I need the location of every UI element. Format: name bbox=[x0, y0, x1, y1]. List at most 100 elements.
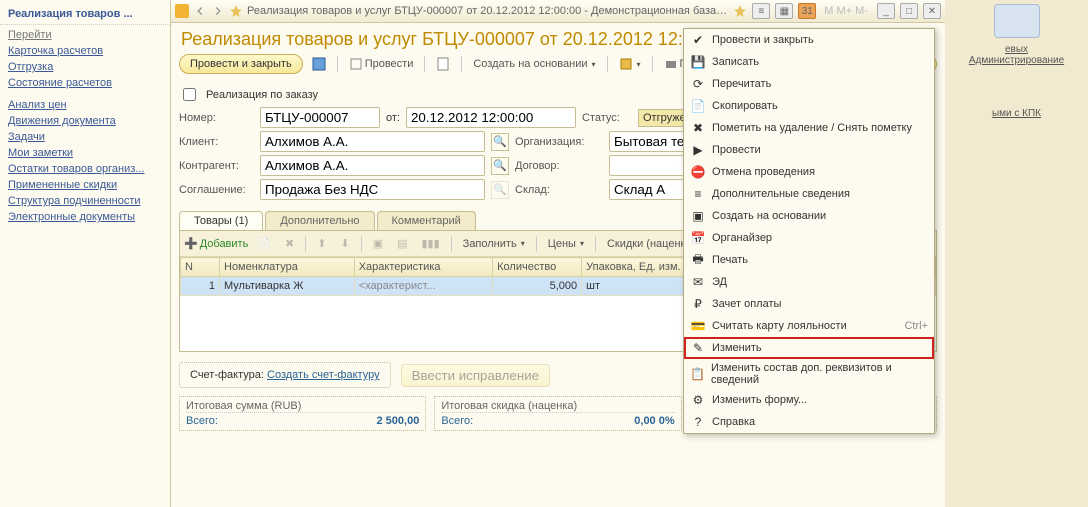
m-buttons: M M+ M- bbox=[824, 5, 868, 17]
nav-title: Реализация товаров ... bbox=[0, 4, 170, 25]
barcode-icon[interactable]: ▮▮▮ bbox=[417, 234, 445, 253]
menu-item-extra[interactable]: ≡Дополнительные сведения bbox=[684, 183, 934, 205]
menu-item-label: Отмена проведения bbox=[712, 166, 815, 178]
tool-icon[interactable]: ▤ bbox=[392, 234, 412, 253]
menu-item-label: Дополнительные сведения bbox=[712, 188, 850, 200]
menu-item-copy[interactable]: 📄Скопировать bbox=[684, 95, 934, 117]
nav-item[interactable]: Карточка расчетов bbox=[0, 43, 170, 59]
nav-item[interactable]: Состояние расчетов bbox=[0, 75, 170, 91]
menu-item-label: Зачет оплаты bbox=[712, 298, 781, 310]
nav-back-icon[interactable] bbox=[193, 4, 207, 18]
nav-item[interactable]: Структура подчиненности bbox=[0, 193, 170, 209]
tab-extra[interactable]: Дополнительно bbox=[265, 211, 374, 230]
post-button[interactable]: Провести bbox=[344, 54, 419, 74]
ed-icon: ✉ bbox=[690, 274, 706, 290]
card-icon: 💳 bbox=[690, 318, 706, 334]
by-order-label: Реализация по заказу bbox=[206, 89, 318, 101]
fav-icon[interactable] bbox=[733, 4, 747, 18]
nav-item[interactable]: Примененные скидки bbox=[0, 177, 170, 193]
minimize-button[interactable]: _ bbox=[877, 3, 895, 19]
nav-item[interactable]: Остатки товаров организ... bbox=[0, 161, 170, 177]
menu-item-edit[interactable]: ✎Изменить bbox=[684, 337, 934, 359]
menu-item-help[interactable]: ? Справка bbox=[684, 411, 934, 433]
menu-item-unpost[interactable]: ⛔ Отмена проведения bbox=[684, 161, 934, 183]
tb-icon[interactable]: ≡ bbox=[752, 3, 770, 19]
help-icon: ? bbox=[690, 414, 706, 430]
number-label: Номер: bbox=[179, 112, 254, 124]
menu-item-reread[interactable]: ⟳Перечитать bbox=[684, 73, 934, 95]
star-icon[interactable] bbox=[229, 4, 243, 18]
menu-item-edit-form[interactable]: ⚙Изменить форму... bbox=[684, 389, 934, 411]
menu-item-offset[interactable]: ₽ Зачет оплаты bbox=[684, 293, 934, 315]
copy-row-icon[interactable]: 📄 bbox=[252, 234, 276, 253]
cal-icon[interactable]: 31 bbox=[798, 3, 816, 19]
warehouse-label: Склад: bbox=[515, 184, 603, 196]
menu-item-create-on[interactable]: ▣Создать на основании bbox=[684, 205, 934, 227]
rail-link[interactable]: евыхАдминистрирование bbox=[969, 44, 1064, 66]
client-input[interactable] bbox=[260, 131, 485, 152]
close-button[interactable]: ✕ bbox=[923, 3, 941, 19]
menu-item-label: Считать карту лояльности bbox=[712, 320, 847, 332]
tool-icon[interactable]: ▣ bbox=[368, 234, 388, 253]
right-rail: евыхАдминистрирование ыми с КПК bbox=[945, 0, 1088, 507]
report-icon[interactable] bbox=[431, 54, 455, 74]
number-input[interactable] bbox=[260, 107, 380, 128]
maximize-button[interactable]: □ bbox=[900, 3, 918, 19]
create-invoice-link[interactable]: Создать счет-фактуру bbox=[267, 369, 380, 381]
offset-icon: ₽ bbox=[690, 296, 706, 312]
total-sum-value: 2 500,00 bbox=[377, 415, 420, 427]
move-down-icon[interactable]: ⬇ bbox=[335, 234, 354, 253]
menu-item-label: Провести bbox=[712, 144, 761, 156]
menu-item-label: Пометить на удаление / Снять пометку bbox=[712, 122, 912, 134]
tab-goods[interactable]: Товары (1) bbox=[179, 211, 263, 230]
unpost-icon: ⛔ bbox=[690, 164, 706, 180]
nav-item[interactable]: Анализ цен bbox=[0, 97, 170, 113]
fill-button[interactable]: Заполнить bbox=[458, 235, 530, 253]
nav-item[interactable]: Отгрузка bbox=[0, 59, 170, 75]
enter-correction-button[interactable]: Ввести исправление bbox=[401, 364, 550, 387]
menu-item-card[interactable]: 💳Считать карту лояльностиCtrl+ bbox=[684, 315, 934, 337]
tab-comment[interactable]: Комментарий bbox=[377, 211, 476, 230]
nav-item[interactable]: Движения документа bbox=[0, 113, 170, 129]
move-up-icon[interactable]: ⬆ bbox=[312, 234, 331, 253]
save-icon[interactable] bbox=[307, 54, 331, 74]
client-lookup-icon[interactable]: 🔍 bbox=[491, 133, 509, 151]
menu-item-post-close[interactable]: ✔Провести и закрыть bbox=[684, 29, 934, 51]
calc-icon[interactable]: ▦ bbox=[775, 3, 793, 19]
print-icon: 🖶 bbox=[690, 252, 706, 268]
nav-item[interactable]: Электронные документы bbox=[0, 209, 170, 225]
nav-fwd-icon[interactable] bbox=[211, 4, 225, 18]
post-and-close-button[interactable]: Провести и закрыть bbox=[179, 54, 303, 74]
nav-item[interactable]: Мои заметки bbox=[0, 145, 170, 161]
agreement-lookup-icon[interactable]: 🔍 bbox=[491, 181, 509, 199]
prices-button[interactable]: Цены bbox=[543, 235, 589, 253]
invoice-panel: Счет-фактура: Создать счет-фактуру bbox=[179, 362, 391, 388]
attach-icon[interactable] bbox=[614, 54, 646, 74]
menu-item-label: Справка bbox=[712, 416, 755, 428]
create-on-basis-button[interactable]: Создать на основании bbox=[468, 55, 600, 73]
menu-item-organizer[interactable]: 📅Органайзер bbox=[684, 227, 934, 249]
contragent-lookup-icon[interactable]: 🔍 bbox=[491, 157, 509, 175]
by-order-checkbox[interactable] bbox=[183, 88, 196, 101]
date-input[interactable] bbox=[406, 107, 576, 128]
post-close-icon: ✔ bbox=[690, 32, 706, 48]
menu-item-print[interactable]: 🖶 Печать bbox=[684, 249, 934, 271]
menu-item-label: Печать bbox=[712, 254, 748, 266]
contract-label: Договор: bbox=[515, 160, 603, 172]
mark-delete-icon: ✖ bbox=[690, 120, 706, 136]
nav-item[interactable]: Задачи bbox=[0, 129, 170, 145]
rail-link[interactable]: ыми с КПК bbox=[992, 108, 1041, 119]
delete-row-icon[interactable]: ✖ bbox=[280, 234, 299, 253]
window-title: Реализация товаров и услуг БТЦУ-000007 о… bbox=[247, 5, 729, 17]
contragent-input[interactable] bbox=[260, 155, 485, 176]
rail-icon[interactable] bbox=[994, 4, 1040, 38]
menu-item-edit-props[interactable]: 📋Изменить состав доп. реквизитов и сведе… bbox=[684, 359, 934, 389]
menu-item-post[interactable]: ▶Провести bbox=[684, 139, 934, 161]
status-label: Статус: bbox=[582, 112, 632, 124]
menu-item-mark-delete[interactable]: ✖ Пометить на удаление / Снять пометку bbox=[684, 117, 934, 139]
menu-item-ed[interactable]: ✉ЭД bbox=[684, 271, 934, 293]
menu-item-save[interactable]: 💾Записать bbox=[684, 51, 934, 73]
agreement-input[interactable] bbox=[260, 179, 485, 200]
left-navigation: Реализация товаров ... Перейти Карточка … bbox=[0, 0, 171, 507]
add-row-button[interactable]: ➕Добавить bbox=[184, 237, 248, 250]
